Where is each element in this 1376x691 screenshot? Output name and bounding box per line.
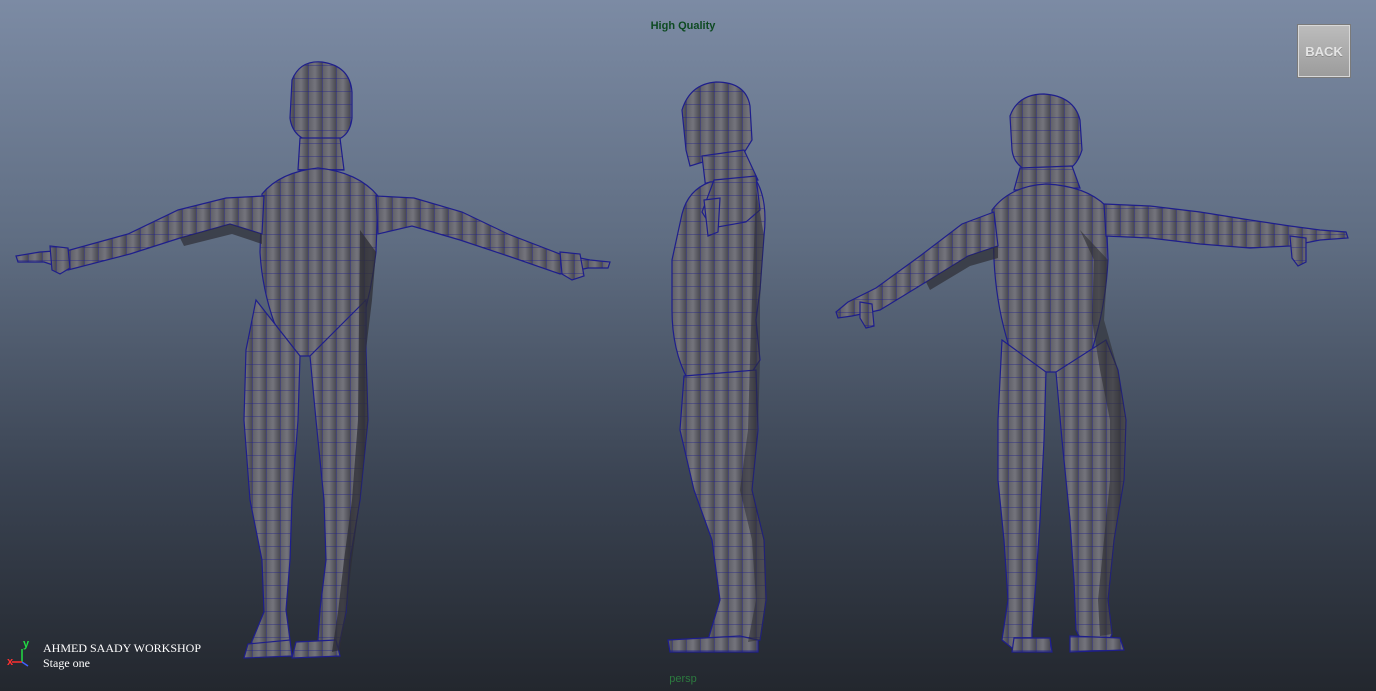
axis-gizmo: y x bbox=[7, 638, 30, 668]
front-view-mesh bbox=[15, 61, 611, 659]
back-foot-left bbox=[1011, 637, 1053, 653]
character-meshes bbox=[15, 61, 1349, 659]
back-torso bbox=[991, 183, 1109, 373]
credits-stage: Stage one bbox=[43, 656, 90, 670]
back-head bbox=[1009, 93, 1083, 173]
back-view-mesh bbox=[835, 93, 1349, 653]
front-hand-left bbox=[49, 245, 71, 275]
back-arm-right bbox=[1103, 203, 1349, 249]
camera-label: persp bbox=[669, 673, 697, 685]
front-hand-right bbox=[559, 251, 585, 281]
maya-viewport[interactable]: High Quality BACK y x AHMED SAADY WORKSH… bbox=[0, 0, 1376, 691]
axis-y-label: y bbox=[23, 638, 30, 650]
front-head bbox=[289, 61, 353, 141]
back-hand-right bbox=[1289, 235, 1307, 267]
back-foot-right bbox=[1069, 635, 1125, 653]
front-leg-left bbox=[243, 298, 301, 651]
front-neck bbox=[297, 137, 345, 171]
back-leg-left bbox=[997, 338, 1047, 649]
credits-title: AHMED SAADY WORKSHOP bbox=[43, 641, 202, 655]
axis-x-label: x bbox=[7, 656, 14, 668]
side-foot bbox=[667, 635, 759, 653]
back-hand-left bbox=[859, 301, 875, 329]
credits: AHMED SAADY WORKSHOP Stage one bbox=[43, 641, 201, 671]
